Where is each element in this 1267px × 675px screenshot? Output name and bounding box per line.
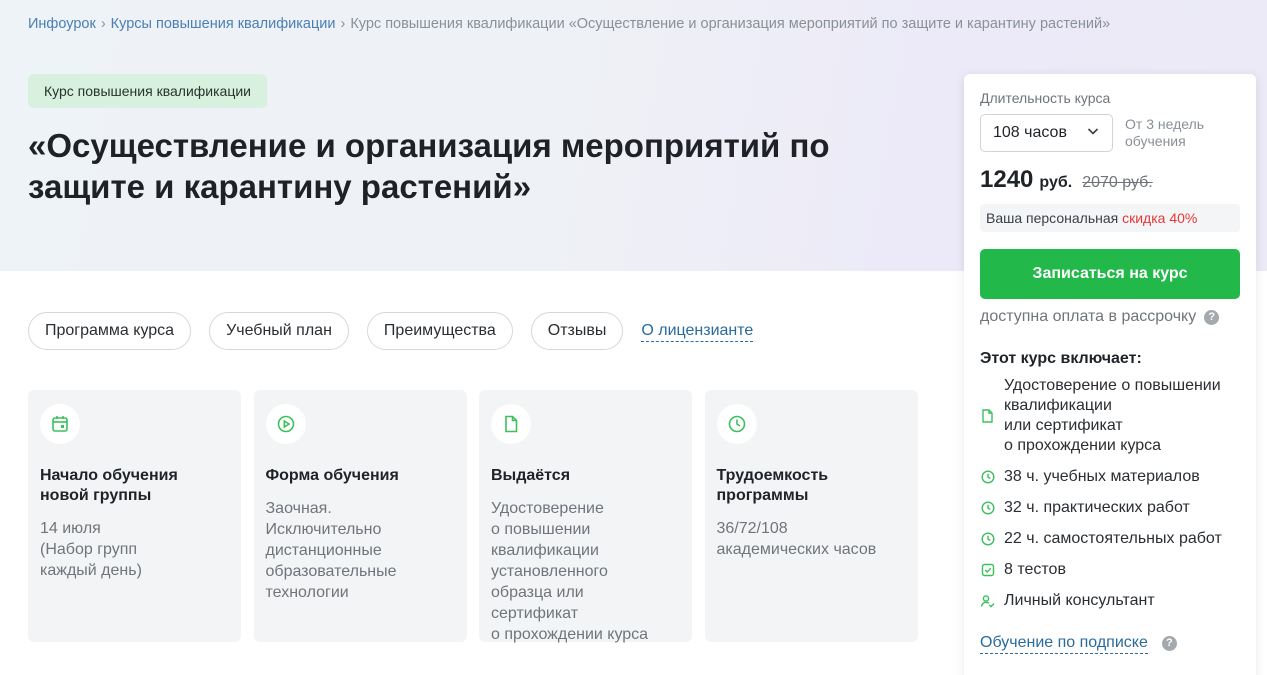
clock-icon [980,532,995,547]
tab-reviews[interactable]: Отзывы [530,312,624,350]
duration-label: Длительность курса [980,90,1111,106]
list-item: 22 ч. самостоятельных работ [980,529,1240,549]
document-icon [491,404,531,444]
tab-program[interactable]: Программа курса [28,312,192,350]
price-value: 1240 [980,166,1034,193]
installment-note: доступна оплата в рассрочку ? [980,308,1240,326]
includes-list: Удостоверение о повышении квалификации и… [980,376,1240,611]
card-title: Выдаётся [491,467,571,484]
section-tabs: Программа курса Учебный план Преимуществ… [28,312,754,350]
page-title: «Осуществление и организация мероприятий… [28,127,830,205]
discount-banner: Ваша персональная скидка 40% [980,204,1240,232]
list-item-text: Удостоверение о повышении квалификации и… [1004,377,1221,454]
includes-heading: Этот курс включает: [980,350,1142,367]
clock-icon [716,404,757,444]
card-title: Трудоемкость программы [716,467,829,504]
breadcrumb-current: Курс повышения квалификации «Осуществлен… [350,16,1111,32]
checkbox-icon [980,563,995,578]
breadcrumb-link-home[interactable]: Инфоурок [28,16,96,32]
duration-select[interactable]: 108 часов [980,114,1113,152]
list-item: Удостоверение о повышении квалификации и… [980,376,1240,456]
help-icon[interactable]: ? [1204,309,1220,325]
card-text: 14 июля (Набор групп каждый день) [40,520,142,579]
chevron-down-icon [1086,124,1100,143]
list-item-text: 32 ч. практических работ [1004,499,1190,516]
breadcrumb-separator: › [340,16,346,32]
document-icon [980,409,995,424]
purchase-panel: Длительность курса 108 часов От 3 недель… [964,74,1256,675]
breadcrumb: Инфоурок › Курсы повышения квалификации › Ку… [28,16,1110,32]
list-item: 8 тестов [980,560,1240,580]
card-text: Заочная. Исключительно дистанционные обр… [265,500,397,601]
help-icon[interactable]: ? [1161,636,1177,651]
card-text: 36/72/108 академических часов [716,520,877,558]
card-title: Форма обучения [265,467,399,484]
old-price: 2070 руб. [1082,174,1153,191]
clock-icon [980,501,995,516]
list-item-text: Личный консультант [1004,592,1155,609]
discount-value: скидка 40% [1122,210,1198,226]
installment-text: доступна оплата в рассрочку [980,308,1197,325]
card-text: Удостоверение о повышении квалификации у… [491,500,649,643]
list-item: Личный консультант [980,591,1240,611]
duration-note: От 3 недель обучения [1125,116,1205,149]
calendar-icon [40,404,80,444]
list-item: 38 ч. учебных материалов [980,467,1240,487]
card-title: Начало обучения новой группы [40,467,178,504]
course-type-badge: Курс повышения квалификации [28,74,267,108]
list-item: 32 ч. практических работ [980,498,1240,518]
duration-value: 108 часов [993,124,1067,141]
discount-text: Ваша персональная [986,210,1123,226]
tab-curriculum[interactable]: Учебный план [209,312,349,350]
info-card-form: Форма обучения Заочная. Исключительно ди… [253,390,467,642]
list-item-text: 22 ч. самостоятельных работ [1004,530,1222,547]
clock-icon [980,470,995,485]
subscription-row: Обучение по подписке ? [980,633,1240,654]
list-item-text: 38 ч. учебных материалов [1004,468,1200,485]
info-cards: Начало обучения новой группы 14 июля (На… [28,390,930,643]
list-item-text: 8 тестов [1004,561,1066,578]
info-card-start: Начало обучения новой группы 14 июля (На… [28,390,241,642]
info-card-issued: Выдаётся Удостоверение о повышении квали… [479,390,692,643]
price-currency: руб. [1039,174,1073,191]
breadcrumb-separator: › [100,16,106,32]
subscription-link[interactable]: Обучение по подписке [980,633,1148,654]
info-card-workload: Трудоемкость программы 36/72/108 академи… [704,390,918,642]
user-check-icon [980,594,995,609]
play-icon [265,404,306,444]
tab-advantages[interactable]: Преимущества [366,312,513,350]
enroll-button[interactable]: Записаться на курс [980,249,1240,299]
breadcrumb-link-courses[interactable]: Курсы повышения квалификации [111,16,336,32]
licensee-link[interactable]: О лицензианте [641,321,754,342]
